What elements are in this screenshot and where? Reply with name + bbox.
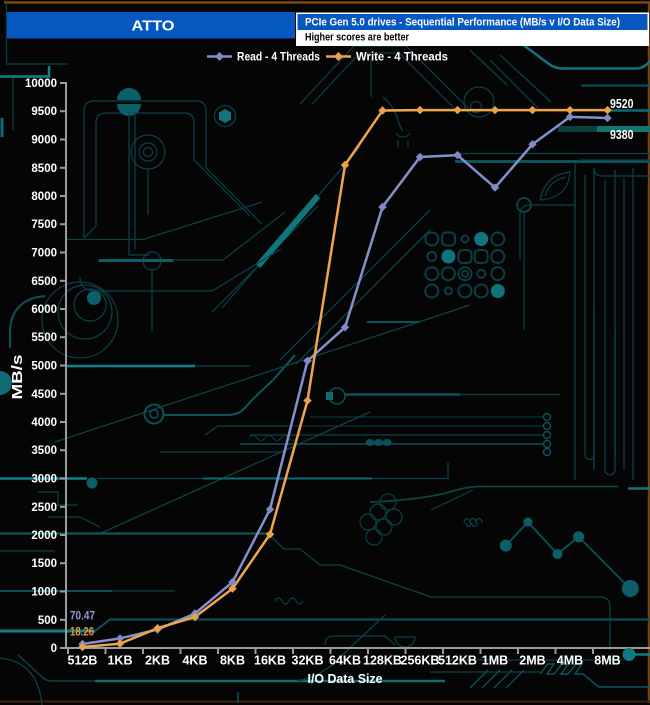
- svg-text:8000: 8000: [31, 191, 57, 203]
- svg-text:ATTO: ATTO: [132, 18, 175, 35]
- svg-text:2MB: 2MB: [519, 654, 545, 668]
- svg-text:1KB: 1KB: [107, 654, 132, 668]
- svg-text:3000: 3000: [31, 474, 57, 486]
- svg-text:10000: 10000: [25, 78, 57, 90]
- svg-text:64KB: 64KB: [329, 654, 361, 668]
- svg-text:9000: 9000: [31, 135, 57, 147]
- svg-text:4MB: 4MB: [557, 654, 583, 668]
- svg-text:1000: 1000: [31, 587, 57, 599]
- svg-text:9380: 9380: [610, 127, 634, 142]
- svg-text:7500: 7500: [31, 219, 57, 231]
- svg-text:512B: 512B: [68, 654, 98, 668]
- svg-text:32KB: 32KB: [292, 654, 324, 668]
- svg-text:16KB: 16KB: [254, 654, 286, 668]
- svg-text:1500: 1500: [31, 558, 57, 570]
- svg-text:500: 500: [38, 615, 57, 627]
- svg-text:2KB: 2KB: [145, 654, 170, 668]
- svg-text:512KB: 512KB: [438, 654, 477, 668]
- svg-text:3500: 3500: [31, 445, 57, 457]
- svg-text:Read - 4 Threads: Read - 4 Threads: [237, 52, 320, 64]
- svg-text:8MB: 8MB: [594, 654, 620, 668]
- svg-text:2500: 2500: [31, 502, 57, 514]
- svg-text:6500: 6500: [31, 276, 57, 288]
- svg-text:5500: 5500: [31, 332, 57, 344]
- svg-text:256KB: 256KB: [401, 654, 440, 668]
- svg-text:4000: 4000: [31, 417, 57, 429]
- svg-text:4KB: 4KB: [182, 654, 207, 668]
- svg-text:6000: 6000: [31, 304, 57, 316]
- svg-text:9520: 9520: [610, 96, 634, 111]
- svg-text:1MB: 1MB: [482, 654, 508, 668]
- svg-text:MB/s: MB/s: [10, 355, 26, 400]
- svg-text:PCIe Gen 5.0 drives - Sequenti: PCIe Gen 5.0 drives - Sequential Perform…: [305, 17, 620, 29]
- svg-text:8KB: 8KB: [220, 654, 245, 668]
- svg-text:Write - 4 Threads: Write - 4 Threads: [356, 52, 448, 64]
- svg-text:70.47: 70.47: [70, 609, 95, 623]
- svg-text:128KB: 128KB: [363, 654, 402, 668]
- svg-text:18.26: 18.26: [70, 625, 94, 639]
- svg-text:4500: 4500: [31, 389, 57, 401]
- svg-text:0: 0: [51, 643, 57, 655]
- svg-text:9500: 9500: [31, 106, 57, 118]
- svg-text:8500: 8500: [31, 163, 57, 175]
- svg-text:I/O Data Size: I/O Data Size: [308, 671, 383, 686]
- svg-text:Higher scores are better: Higher scores are better: [305, 32, 410, 44]
- svg-text:2000: 2000: [31, 530, 57, 542]
- svg-text:7000: 7000: [31, 248, 57, 260]
- svg-text:5000: 5000: [31, 361, 57, 373]
